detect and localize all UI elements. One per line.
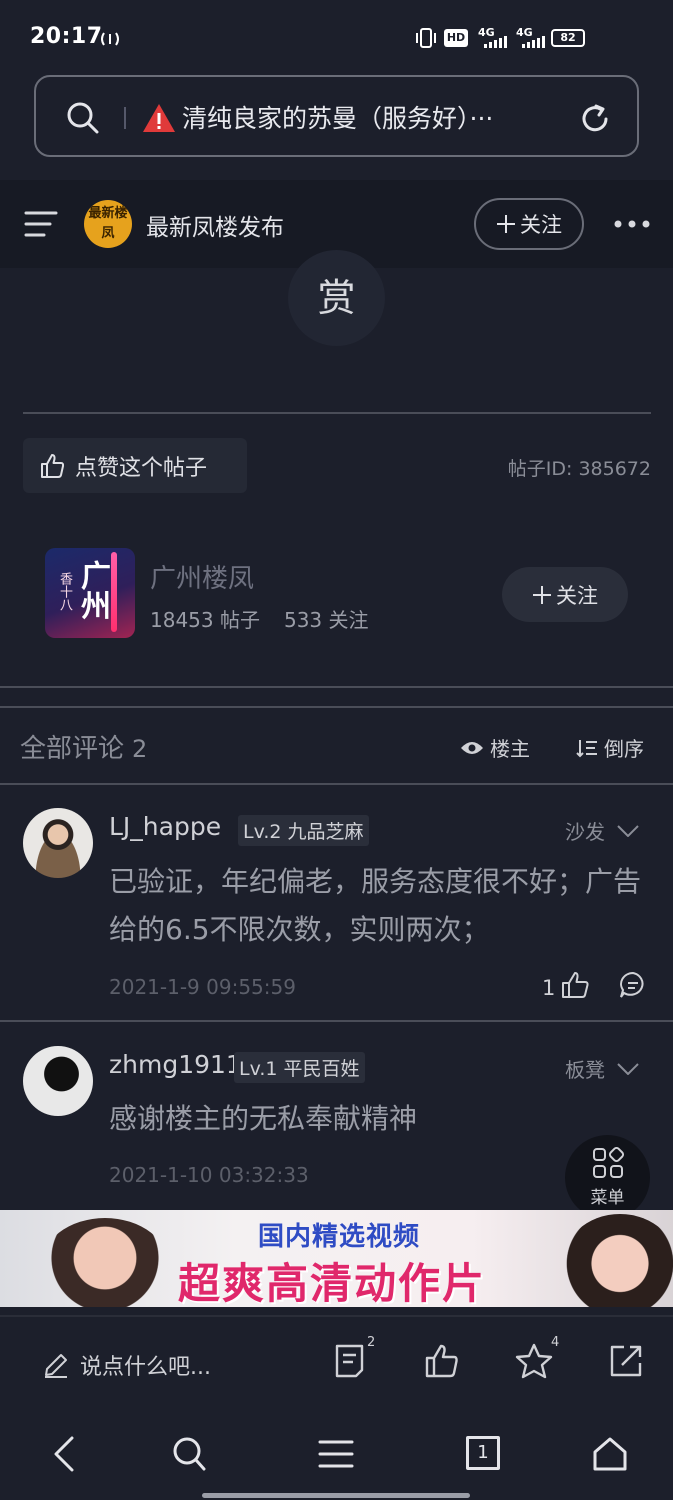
star-icon: [515, 1343, 553, 1379]
favorite-button[interactable]: 4: [515, 1335, 559, 1387]
hd-badge: HD: [444, 29, 468, 47]
status-bar: 20:17 HD 4G 4G 82: [0, 0, 673, 76]
owner-only-toggle[interactable]: 楼主: [460, 733, 530, 762]
sort-order-toggle[interactable]: 倒序: [576, 733, 644, 762]
comment-floor-label: 沙发: [565, 820, 605, 844]
group-post-count: 18453 帖子: [150, 608, 260, 632]
comments-count: 2: [132, 735, 148, 763]
edit-icon: [45, 1354, 67, 1378]
comment-floor-label: 板凳: [565, 1058, 605, 1082]
back-icon[interactable]: [52, 1436, 76, 1472]
battery-indicator: 82: [551, 29, 585, 47]
ad-image-right: [560, 1214, 673, 1307]
comment-floor[interactable]: 沙发: [565, 816, 639, 845]
home-icon[interactable]: [592, 1436, 628, 1472]
reply-placeholder: 说点什么吧...: [80, 1355, 211, 1380]
menu-icon[interactable]: [24, 210, 58, 238]
menu-icon[interactable]: [318, 1436, 354, 1472]
home-indicator[interactable]: [202, 1493, 470, 1498]
signal-icon-1: [484, 36, 507, 48]
comment-username[interactable]: zhmg1911: [109, 1050, 242, 1079]
nfc-icon: [101, 32, 119, 46]
more-icon[interactable]: [614, 220, 650, 228]
forum-follow-label: 关注: [520, 213, 562, 237]
ad-tagline: 超爽高清动作片: [178, 1259, 487, 1307]
favorite-badge: 4: [551, 1335, 560, 1350]
tabs-button[interactable]: 1: [466, 1436, 500, 1470]
url-bar[interactable]: 清纯良家的苏曼（服务好）···: [34, 75, 639, 157]
floating-menu-label: 菜单: [590, 1188, 625, 1208]
thumbs-up-icon[interactable]: [424, 1343, 460, 1379]
sort-order-label: 倒序: [604, 737, 644, 761]
avatar[interactable]: [23, 808, 93, 878]
action-bar: 说点什么吧... 2 4: [0, 1315, 673, 1410]
share-icon[interactable]: [608, 1343, 644, 1379]
ad-banner[interactable]: 国内精选视频 超爽高清动作片: [0, 1210, 673, 1307]
comment-floor[interactable]: 板凳: [565, 1054, 639, 1083]
warning-icon: [143, 104, 175, 132]
sort-icon: [576, 739, 597, 757]
grid-icon: [592, 1147, 624, 1178]
floating-menu-button[interactable]: 菜单: [565, 1135, 650, 1220]
page-title[interactable]: 清纯良家的苏曼（服务好）···: [182, 99, 493, 135]
like-post-button[interactable]: 点赞这个帖子: [23, 438, 247, 493]
group-avatar-text: 广州: [75, 560, 110, 620]
divider: [0, 706, 673, 708]
group-avatar-subtext: 香十八: [57, 572, 72, 611]
group-avatar[interactable]: 香十八 广州: [45, 548, 135, 638]
ad-image-left: [40, 1218, 170, 1307]
forum-follow-button[interactable]: 关注: [474, 198, 584, 250]
thumbs-up-icon[interactable]: [560, 970, 590, 1000]
divider: [0, 686, 673, 688]
comments-list-icon: [335, 1344, 364, 1378]
group-stats: 18453 帖子 533 关注: [150, 604, 369, 633]
chevron-down-icon: [617, 1062, 639, 1075]
comment-username[interactable]: LJ_happe: [109, 812, 221, 841]
avatar[interactable]: [23, 1046, 93, 1116]
user-level-badge: Lv.1 平民百姓: [234, 1052, 365, 1083]
comments-title-label: 全部评论: [20, 734, 125, 764]
vibrate-icon: [416, 28, 436, 48]
plus-icon: [533, 585, 551, 604]
comment-reply-icon[interactable]: [618, 970, 648, 1000]
status-time: 20:17: [30, 24, 103, 49]
owner-only-label: 楼主: [490, 737, 530, 761]
reward-button[interactable]: 赏: [288, 250, 385, 346]
browser-nav-bar: 1: [0, 1410, 673, 1500]
reply-input[interactable]: 说点什么吧...: [42, 1349, 211, 1381]
divider: [23, 412, 651, 414]
user-level-badge: Lv.2 九品芝麻: [238, 815, 369, 846]
like-post-label: 点赞这个帖子: [75, 455, 208, 481]
forum-name[interactable]: 最新凤楼发布: [146, 208, 284, 242]
group-name[interactable]: 广州楼凤: [150, 558, 254, 595]
comment-text: 感谢楼主的无私奉献精神: [109, 1102, 418, 1135]
post-id: 帖子ID: 385672: [507, 458, 651, 480]
comments-button[interactable]: 2: [334, 1335, 378, 1387]
comment-time: 2021-1-9 09:55:59: [109, 975, 296, 999]
search-icon[interactable]: [172, 1436, 206, 1472]
comment-time: 2021-1-10 03:32:33: [109, 1163, 309, 1187]
plus-icon: [497, 215, 515, 233]
url-separator: [124, 107, 126, 129]
reload-icon[interactable]: [578, 102, 612, 136]
chevron-down-icon: [617, 824, 639, 837]
ad-headline: 国内精选视频: [258, 1222, 421, 1252]
signal-icon-2: [522, 36, 545, 48]
eye-icon: [461, 741, 483, 754]
group-follow-count: 533 关注: [283, 608, 369, 632]
group-follow-label: 关注: [556, 583, 598, 608]
comment-like-count: 1: [542, 976, 556, 1000]
search-icon[interactable]: [66, 101, 100, 135]
divider: [0, 783, 673, 785]
comments-badge: 2: [367, 1335, 376, 1350]
forum-logo[interactable]: 最新楼凤: [84, 200, 132, 248]
comment-text: 已验证，年纪偏老，服务态度很不好；广告给的6.5不限次数，实则两次；: [109, 865, 642, 946]
thumbs-up-icon: [41, 453, 65, 478]
comments-title: 全部评论 2: [20, 728, 147, 765]
tower-graphic: [111, 552, 117, 632]
divider: [0, 1020, 673, 1022]
group-follow-button[interactable]: 关注: [502, 567, 628, 622]
